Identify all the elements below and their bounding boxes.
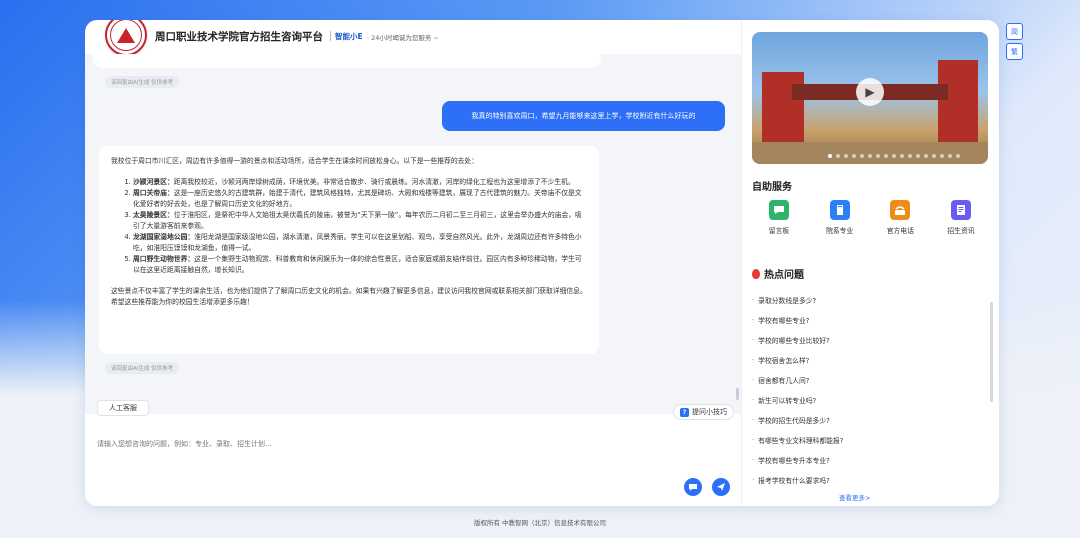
hot-question-item[interactable]: 学校宿舍怎么样? [752,350,982,370]
hot-question-item[interactable]: 学校的哪些专业比较好? [752,330,982,350]
human-service-button[interactable]: 人工客服 [97,400,149,416]
hot-questions-list: 录取分数线是多少? 学校有哪些专业? 学校的哪些专业比较好? 学校宿舍怎么样? … [752,290,982,490]
chat-area: 该回复由AI生成 仅供参考 我真的特别喜欢周口，希望九月能够来这里上学，学校附近… [85,54,741,414]
chat-icon [769,200,789,220]
list-item: 太昊陵景区：位于淮阳区，是祭祀中华人文始祖太昊伏羲氏的陵庙，被誉为“天下第一陵”… [133,210,587,232]
page-title: 周口职业技术学院官方招生咨询平台 [155,31,323,43]
ai-disclaimer-note: 该回复由AI生成 仅供参考 [105,362,180,374]
service-official-phone[interactable]: 官方电话 [875,200,925,235]
hot-list-scrollbar[interactable] [990,302,993,402]
ai-outro: 这些景点不仅丰富了学生的课余生活，也为他们提供了了解周口历史文化的机会。如果有兴… [111,287,587,306]
phone-icon [890,200,911,220]
ai-disclaimer-note: 该回复由AI生成 仅供参考 [105,76,180,88]
hot-question-item[interactable]: 有哪些专业文科理科都能报? [752,430,982,450]
view-more-link[interactable]: 查看更多> [839,492,870,502]
input-area [85,426,741,506]
services-title: 自助服务 [752,182,792,193]
hot-question-item[interactable]: 宿舍都有几人间? [752,370,982,390]
list-item: 龙湖国家湿地公园：淮阳龙湖是国家级湿地公园，湖水清澈，风景秀丽。学生可以在这里划… [133,232,587,254]
service-departments[interactable]: 院系专业 [815,200,865,235]
list-item: 周口关帝庙：这是一座历史悠久的古建筑群，始建于清代，建筑风格独特，尤其是碑坊、大… [133,188,587,210]
hot-question-item[interactable]: 学校的招生代码是多少? [752,410,982,430]
hot-question-item[interactable]: 新生可以转专业吗? [752,390,982,410]
book-icon [829,200,850,220]
traditional-chinese-button[interactable]: 繁 [1006,43,1023,60]
hot-questions-header: 热点问题 [752,266,804,281]
ai-intro: 我校位于周口市川汇区，周边有许多值得一游的景点和活动场所，适合学生在课余时间放松… [111,157,479,165]
assistant-brand: 智能小E [335,32,363,41]
header-tagline: · 24小时竭诚为您服务 ~ [367,34,439,42]
question-icon: ? [680,407,689,417]
main-card: 周口职业技术学院官方招生咨询平台 智能小E · 24小时竭诚为您服务 ~ 该回复… [85,20,999,506]
service-admission-news[interactable]: 招生资讯 [936,200,986,235]
simplified-chinese-button[interactable]: 简 [1006,23,1023,40]
right-panel: ▶ 自助服务 留言板 院系专业 官方电话 招生资讯 热点问题 · 录取分数线是多… [742,20,999,506]
header: 周口职业技术学院官方招生咨询平台 智能小E · 24小时竭诚为您服务 ~ [85,20,741,56]
services-grid: 留言板 院系专业 官方电话 招生资讯 [754,200,986,235]
send-icon[interactable] [712,478,730,496]
hot-question-item[interactable]: 录取分数线是多少? [752,290,982,310]
ai-recommendation-list: 沙颍河景区：距离我校较近，沙颍河两岸绿树成荫，环境优美。非常适合散步、骑行或晨练… [111,177,587,276]
question-tips-button[interactable]: ? 提问小技巧 [673,404,734,420]
campus-video[interactable]: ▶ [752,32,988,164]
ai-message-bubble: 我校位于周口市川汇区，周边有许多值得一游的景点和活动场所，适合学生在课余时间放松… [99,146,599,354]
hot-question-item[interactable]: 报考学校有什么要求吗? [752,470,982,490]
fire-icon [752,268,760,279]
list-item: 沙颍河景区：距离我校较近，沙颍河两岸绿树成荫，环境优美。非常适合散步、骑行或晨练… [133,177,587,188]
play-icon[interactable]: ▶ [856,78,884,106]
hot-question-item[interactable]: 学校有哪些专升本专业? [752,450,982,470]
chat-bubble-icon[interactable] [684,478,702,496]
list-item: 周口野生动物世界：这是一个集野生动物观赏、科普教育和休闲娱乐为一体的综合性景区，… [133,254,587,276]
user-message-bubble: 我真的特别喜欢周口，希望九月能够来这里上学，学校附近有什么好玩的 [442,101,725,131]
service-message-board[interactable]: 留言板 [754,200,804,235]
school-logo [105,20,147,56]
carousel-dots[interactable] [828,154,960,158]
chat-scrollbar[interactable] [736,388,739,400]
question-input[interactable] [97,434,717,454]
previous-ai-bubble [93,54,601,68]
hot-question-item[interactable]: 学校有哪些专业? [752,310,982,330]
footer-copyright: 版权所有 中教智网（北京）信息技术有限公司 [473,519,607,527]
document-icon [950,200,971,220]
